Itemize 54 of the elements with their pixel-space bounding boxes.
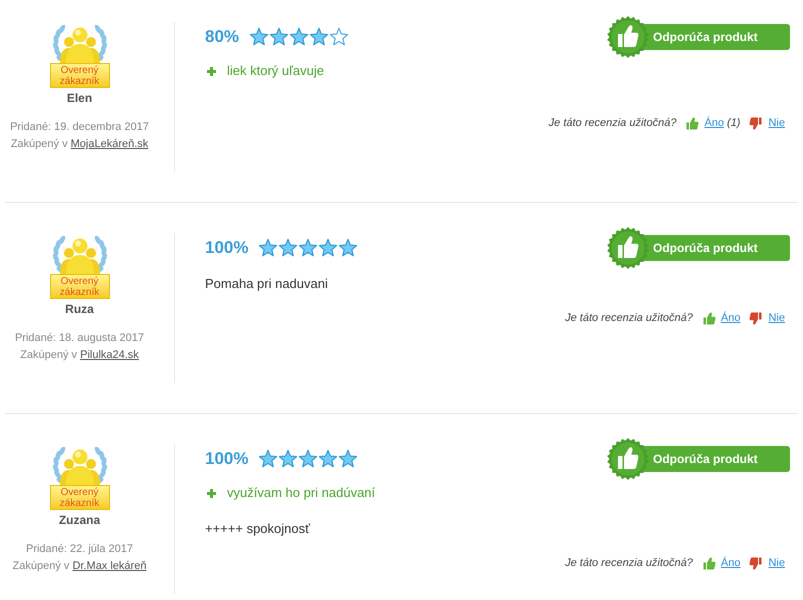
helpful-question: Je táto recenzia užitočná? bbox=[565, 311, 693, 326]
store-link[interactable]: Dr.Max lekáreň bbox=[72, 560, 146, 572]
date-added: Pridané: 18. augusta 2017 bbox=[14, 331, 144, 346]
filled-star-icon bbox=[289, 27, 310, 47]
vote-up-link[interactable]: Áno bbox=[720, 310, 740, 326]
filled-star-icon bbox=[338, 449, 358, 469]
thumbs-down-icon[interactable] bbox=[749, 116, 762, 130]
vote-count: (1) bbox=[727, 116, 740, 131]
rating-percent: 80% bbox=[205, 27, 240, 47]
reviewer-name: Zuzana bbox=[58, 513, 100, 527]
store-link[interactable]: Pilulka24.sk bbox=[80, 349, 139, 361]
filled-star-icon bbox=[318, 449, 338, 469]
helpful-question: Je táto recenzia užitočná? bbox=[548, 116, 676, 131]
thumbs-up-icon[interactable] bbox=[686, 116, 700, 130]
filled-star-icon bbox=[278, 449, 298, 469]
filled-star-icon bbox=[269, 27, 290, 47]
purchase-info: Zakúpený v Pilulka24.sk bbox=[20, 348, 139, 363]
thumbs-down-icon[interactable] bbox=[749, 312, 762, 324]
filled-star-icon bbox=[258, 449, 278, 469]
vote-down-link[interactable]: Nie bbox=[768, 115, 785, 131]
thumbs-down-icon[interactable] bbox=[749, 556, 762, 570]
rating-percent: 100% bbox=[205, 238, 248, 258]
reviewer-name: Ruza bbox=[65, 302, 94, 316]
thumbs-up-icon[interactable] bbox=[702, 556, 716, 570]
verified-customer-label: Overený zákazník bbox=[50, 485, 110, 510]
plus-icon bbox=[207, 66, 216, 76]
helpful-question: Je táto recenzia užitočná? bbox=[565, 556, 693, 571]
review-text: Pomaha pri naduvani bbox=[205, 276, 329, 292]
rating-percent: 100% bbox=[205, 449, 248, 469]
store-link[interactable]: MojaLekáreň.sk bbox=[70, 138, 148, 150]
filled-star-icon bbox=[258, 238, 278, 258]
purchase-info: Zakúpený v Dr.Max lekáreň bbox=[12, 559, 146, 574]
vote-up-link[interactable]: Áno bbox=[720, 555, 740, 571]
plus-icon bbox=[207, 488, 216, 498]
pro-point: využívam ho pri nadúvaní bbox=[227, 485, 376, 501]
filled-star-icon bbox=[298, 238, 318, 258]
review-text: +++++ spokojnosť bbox=[205, 521, 312, 537]
vote-down-link[interactable]: Nie bbox=[768, 310, 785, 326]
verified-customer-label: Overený zákazník bbox=[50, 274, 110, 299]
filled-star-icon bbox=[318, 238, 338, 258]
pro-point: liek ktorý uľavuje bbox=[227, 63, 324, 79]
date-added: Pridané: 19. decembra 2017 bbox=[10, 120, 149, 135]
date-added: Pridané: 22. júla 2017 bbox=[26, 542, 134, 557]
filled-star-icon bbox=[298, 449, 318, 469]
filled-star-icon bbox=[338, 238, 358, 258]
purchase-info: Zakúpený v MojaLekáreň.sk bbox=[10, 137, 148, 152]
thumbs-up-icon[interactable] bbox=[702, 312, 716, 324]
filled-star-icon bbox=[249, 27, 270, 47]
filled-star-icon bbox=[278, 238, 298, 258]
reviewer-name: Elen bbox=[66, 91, 92, 105]
filled-star-icon bbox=[309, 27, 330, 47]
verified-customer-label: Overený zákazník bbox=[50, 63, 110, 88]
vote-down-link[interactable]: Nie bbox=[768, 555, 785, 571]
vote-up-link[interactable]: Áno bbox=[704, 115, 724, 131]
